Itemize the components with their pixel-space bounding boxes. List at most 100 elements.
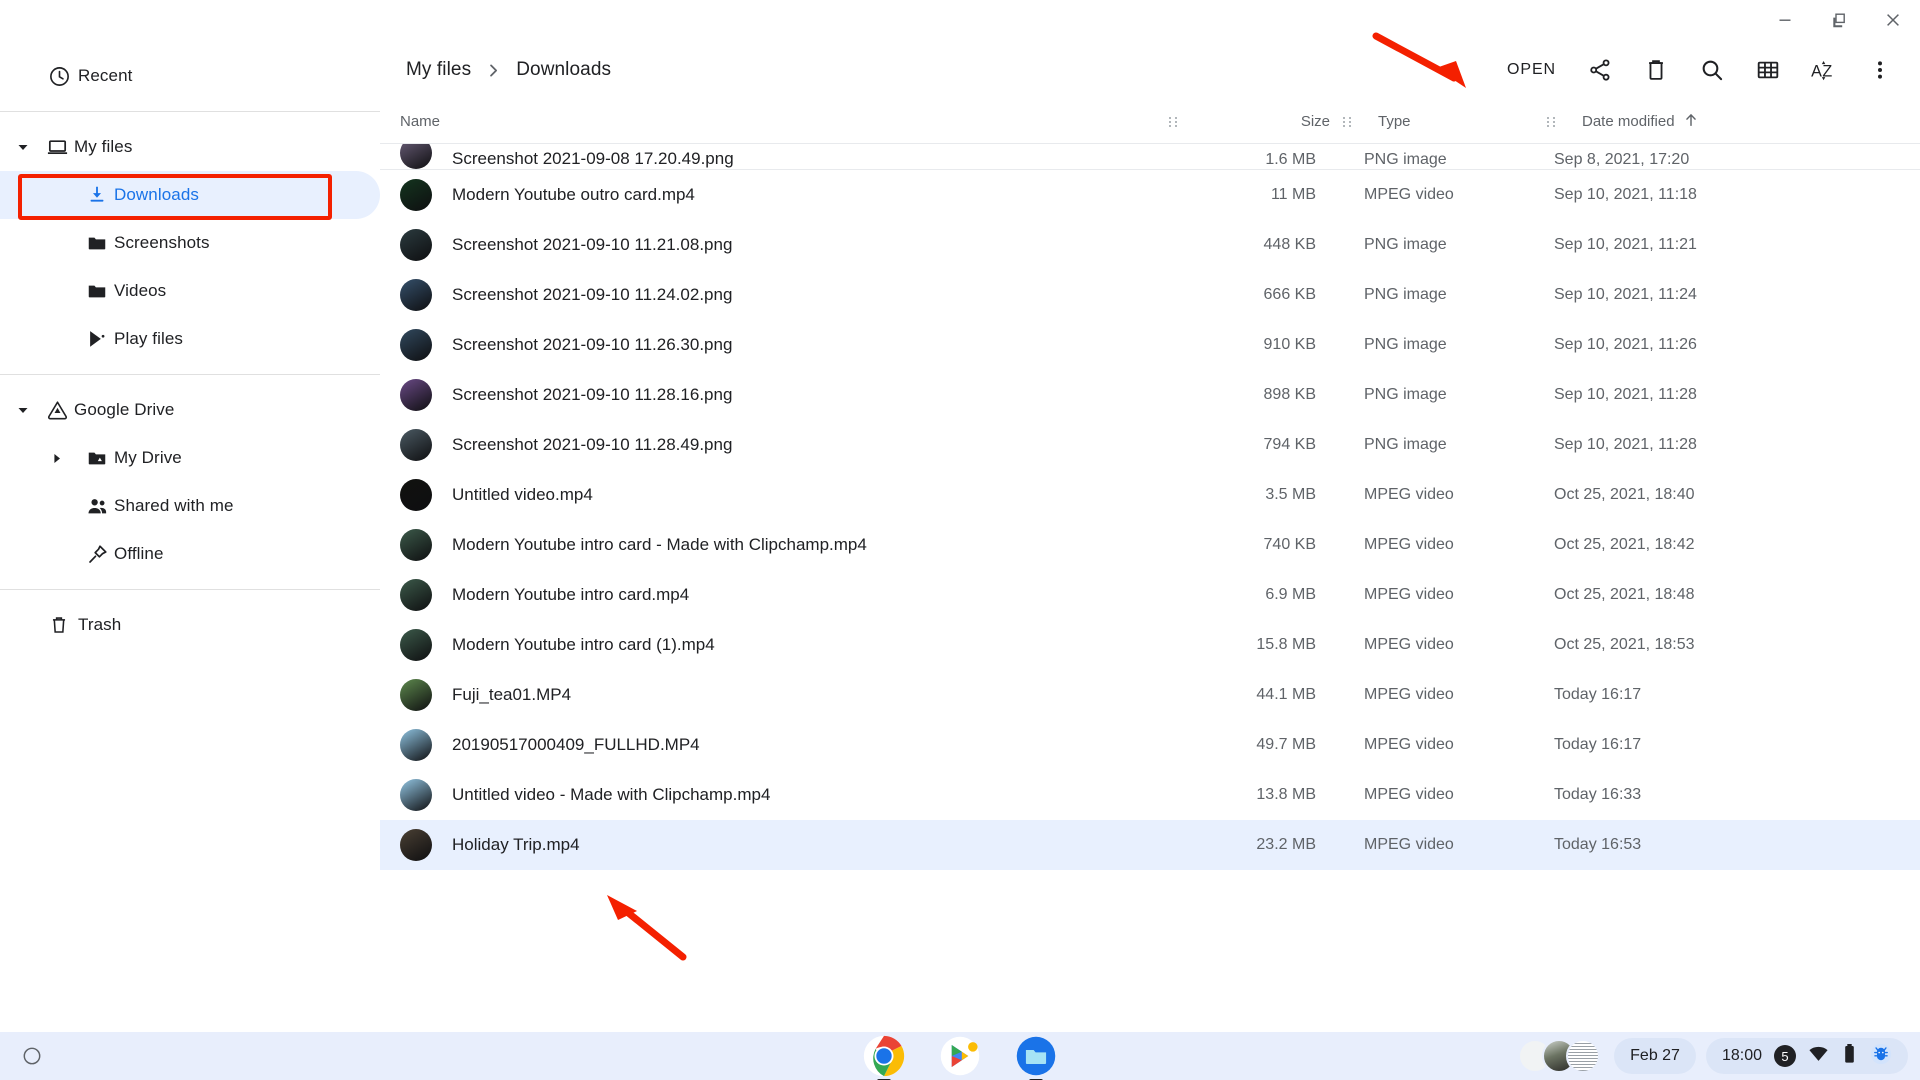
table-row[interactable]: Modern Youtube intro card.mp4 6.9 MB MPEG … (380, 570, 1920, 620)
file-thumbnail (400, 729, 432, 761)
sidebar-item-offline[interactable]: Offline (0, 530, 380, 578)
shelf-app-play-store[interactable] (938, 1034, 982, 1078)
file-thumbnail (400, 229, 432, 261)
folder-icon (80, 280, 114, 302)
sort-button[interactable]: A Z (1796, 42, 1852, 98)
file-thumbnail (400, 144, 432, 169)
more-options-button[interactable] (1852, 42, 1908, 98)
file-type: MPEG video (1364, 586, 1454, 603)
file-type: PNG image (1364, 336, 1447, 353)
file-size: 44.1 MB (1256, 686, 1316, 703)
sidebar-item-recent[interactable]: Recent (0, 52, 380, 100)
file-date-modified: Sep 10, 2021, 11:28 (1554, 436, 1697, 453)
play-store-icon (80, 328, 114, 350)
file-thumbnail (400, 629, 432, 661)
sidebar-item-videos[interactable]: Videos (0, 267, 380, 315)
table-row[interactable]: Untitled video.mp4 3.5 MB MPEG video Oct 25… (380, 470, 1920, 520)
sidebar-item-label: Downloads (114, 185, 200, 204)
table-row[interactable]: Screenshot 2021-09-10 11.24.02.png 666 KB… (380, 270, 1920, 320)
drive-icon (40, 399, 74, 422)
date-tray-button[interactable]: Feb 27 (1614, 1038, 1696, 1074)
table-row[interactable]: Screenshot 2021-09-10 11.28.49.png 794 KB… (380, 420, 1920, 470)
launcher-icon (23, 1047, 41, 1065)
column-header-name[interactable]: Name (400, 113, 1166, 130)
status-tray-button[interactable]: 18:00 5 (1705, 1038, 1908, 1074)
avatar-group[interactable] (1514, 1036, 1604, 1076)
sidebar-item-my-drive[interactable]: My Drive (0, 434, 380, 482)
search-icon (1702, 60, 1723, 81)
chevron-down-icon[interactable] (6, 141, 40, 153)
file-thumbnail (400, 329, 432, 361)
column-header-date-label: Date modified (1582, 113, 1675, 130)
chevron-right-icon[interactable] (40, 453, 74, 464)
sidebar-item-label: Recent (78, 66, 133, 85)
breadcrumb-item-downloads[interactable]: Downloads (510, 55, 617, 85)
file-date-modified: Oct 25, 2021, 18:42 (1554, 536, 1695, 553)
file-name: Modern Youtube intro card (1).mp4 (452, 635, 715, 654)
share-button[interactable] (1572, 42, 1628, 98)
chevron-down-icon[interactable] (6, 404, 40, 416)
file-date-modified: Sep 10, 2021, 11:18 (1554, 186, 1697, 203)
shelf-app-chrome[interactable] (862, 1034, 906, 1080)
table-row[interactable]: Untitled video - Made with Clipchamp.mp4… (380, 770, 1920, 820)
launcher-button[interactable] (14, 1038, 50, 1074)
breadcrumb-item-my-files[interactable]: My files (400, 55, 477, 85)
file-size: 6.9 MB (1265, 586, 1316, 603)
shelf-app-files[interactable] (1014, 1034, 1058, 1080)
file-list[interactable]: Screenshot 2021-09-08 17.20.49.png 1.6 MB… (380, 144, 1920, 982)
file-type: PNG image (1364, 436, 1447, 453)
column-header-size[interactable]: Size (1180, 113, 1340, 130)
restore-button[interactable] (1812, 0, 1866, 40)
table-row[interactable]: Modern Youtube outro card.mp4 11 MB MPEG v… (380, 170, 1920, 220)
minimize-button[interactable] (1758, 0, 1812, 40)
file-size: 794 KB (1263, 436, 1316, 453)
svg-text:A: A (1811, 62, 1822, 80)
sidebar-item-google-drive[interactable]: Google Drive (0, 386, 380, 434)
column-resize-handle-name[interactable] (1166, 116, 1180, 127)
wifi-icon (1808, 1043, 1829, 1069)
table-row[interactable]: Screenshot 2021-09-10 11.21.08.png 448 KB… (380, 220, 1920, 270)
column-resize-handle-type[interactable] (1544, 116, 1558, 127)
laptop-icon (40, 136, 74, 159)
column-header-date-modified[interactable]: Date modified (1558, 112, 1920, 132)
sidebar-item-downloads[interactable]: Downloads (0, 171, 380, 219)
close-button[interactable] (1866, 0, 1920, 40)
sidebar-item-my-files[interactable]: My files (0, 123, 380, 171)
grid-view-button[interactable] (1740, 42, 1796, 98)
table-row[interactable]: Fuji_tea01.MP4 44.1 MB MPEG video Today 16:… (380, 670, 1920, 720)
column-header-type[interactable]: Type (1354, 113, 1544, 130)
table-row[interactable]: Screenshot 2021-09-10 11.26.30.png 910 KB… (380, 320, 1920, 370)
file-date-modified: Sep 10, 2021, 11:26 (1554, 336, 1697, 353)
file-size: 910 KB (1263, 336, 1316, 353)
sidebar-item-trash[interactable]: Trash (0, 601, 380, 649)
sidebar-item-play-files[interactable]: Play files (0, 315, 380, 363)
restore-icon (1833, 13, 1845, 28)
delete-button[interactable] (1628, 42, 1684, 98)
table-row[interactable]: Holiday Trip.mp4 23.2 MB MPEG video Today 1… (380, 820, 1920, 870)
open-button[interactable]: OPEN (1491, 51, 1572, 89)
file-type: MPEG video (1364, 636, 1454, 653)
table-row[interactable]: 20190517000409_FULLHD.MP4 49.7 MB MPEG vid… (380, 720, 1920, 770)
file-type: PNG image (1364, 236, 1447, 253)
file-thumbnail (400, 279, 432, 311)
file-size: 448 KB (1263, 236, 1316, 253)
file-name: Modern Youtube intro card - Made with Cl… (452, 535, 867, 554)
sidebar-item-screenshots[interactable]: Screenshots (0, 219, 380, 267)
table-row[interactable]: Screenshot 2021-09-10 11.28.16.png 898 KB… (380, 370, 1920, 420)
file-date-modified: Sep 10, 2021, 11:21 (1554, 236, 1697, 253)
table-row[interactable]: Screenshot 2021-09-08 17.20.49.png 1.6 MB… (380, 144, 1920, 170)
search-button[interactable] (1684, 42, 1740, 98)
file-size: 13.8 MB (1256, 786, 1316, 803)
table-row[interactable]: Modern Youtube intro card - Made with Cl… (380, 520, 1920, 570)
tray-date: Feb 27 (1630, 1047, 1680, 1064)
file-type: PNG image (1364, 151, 1447, 168)
table-row[interactable]: Modern Youtube intro card (1).mp4 15.8 MB… (380, 620, 1920, 670)
people-icon (80, 495, 114, 518)
sidebar-item-label: Trash (78, 615, 122, 634)
file-thumbnail (400, 679, 432, 711)
column-resize-handle-size[interactable] (1340, 116, 1354, 127)
file-type: PNG image (1364, 386, 1447, 403)
sidebar-item-shared-with-me[interactable]: Shared with me (0, 482, 380, 530)
file-size: 11 MB (1270, 186, 1316, 203)
share-icon (1590, 59, 1610, 81)
